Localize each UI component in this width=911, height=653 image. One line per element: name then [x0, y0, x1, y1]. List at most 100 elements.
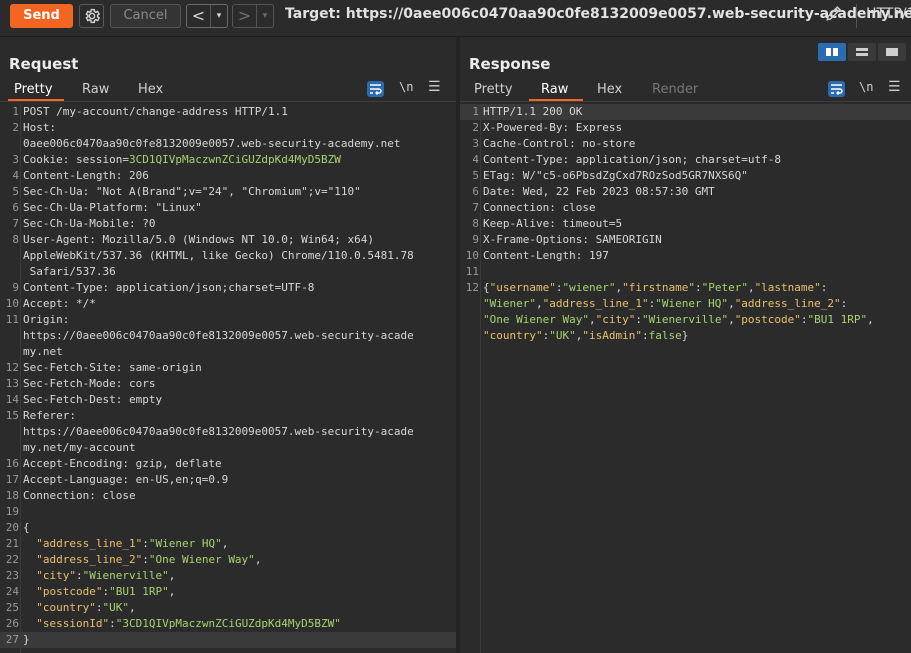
request-line[interactable]: 13 Sec-Fetch-Mode: cors	[0, 376, 456, 392]
request-line[interactable]: 11 Origin:	[0, 312, 456, 328]
line-content: Content-Length: 206	[23, 168, 149, 184]
back-history-dropdown-icon[interactable]: ▾	[211, 5, 227, 27]
request-line[interactable]: 14 Sec-Fetch-Dest: empty	[0, 392, 456, 408]
request-line[interactable]: 23 "city":"Wienerville",	[0, 568, 456, 584]
response-line[interactable]: 6 Date: Wed, 22 Feb 2023 08:57:30 GMT	[460, 184, 911, 200]
token: https://0aee006c0470aa90c0fe8132009e0057…	[23, 329, 414, 342]
response-line[interactable]: 9 X-Frame-Options: SAMEORIGIN	[460, 232, 911, 248]
response-editor[interactable]: 1 HTTP/1.1 200 OK 2 X-Powered-By: Express 3 C…	[460, 104, 911, 344]
request-tab-pretty[interactable]: Pretty	[14, 82, 53, 97]
line-number: 5	[472, 169, 479, 182]
request-line[interactable]: 18 Connection: close	[0, 488, 456, 504]
token: "isAdmin"	[582, 329, 642, 342]
response-tab-hex[interactable]: Hex	[597, 82, 622, 97]
request-line[interactable]: 5 Sec-Ch-Ua: "Not A(Brand";v="24", "Chrom…	[0, 184, 456, 200]
forward-history-dropdown-icon[interactable]: ▾	[257, 5, 273, 27]
response-tab-pretty[interactable]: Pretty	[474, 82, 513, 97]
response-tab-raw[interactable]: Raw	[541, 82, 568, 97]
token: "country"	[36, 601, 96, 614]
line-content: "city":"Wienerville",	[23, 568, 175, 584]
request-editor[interactable]: 1 POST /my-account/change-address HTTP/1.…	[0, 104, 456, 648]
token: Content-Type: application/json; charset=…	[483, 153, 782, 166]
request-line[interactable]: 16 Accept-Encoding: gzip, deflate	[0, 456, 456, 472]
line-number: 9	[472, 233, 479, 246]
request-line[interactable]: 24 "postcode":"BU1 1RP",	[0, 584, 456, 600]
line-content: https://0aee006c0470aa90c0fe8132009e0057…	[23, 328, 414, 344]
send-button[interactable]: Send	[10, 4, 73, 28]
response-line[interactable]: 2 X-Powered-By: Express	[460, 120, 911, 136]
response-line[interactable]: 10 Content-Length: 197	[460, 248, 911, 264]
request-line[interactable]: Safari/537.36	[0, 264, 456, 280]
request-line[interactable]: 2 Host:	[0, 120, 456, 136]
tabs-layout-icon[interactable]	[878, 43, 906, 61]
line-number: 15	[5, 409, 19, 422]
response-line[interactable]: "Wiener","address_line_1":"Wiener HQ","a…	[460, 296, 911, 312]
token: ,	[535, 297, 543, 310]
response-line[interactable]: "country":"UK","isAdmin":false}	[460, 328, 911, 344]
token: Sec-Ch-Ua-Platform: "Linux"	[23, 201, 202, 214]
request-tab-hex[interactable]: Hex	[138, 82, 163, 97]
request-line[interactable]: 9 Content-Type: application/json;charset=…	[0, 280, 456, 296]
line-number: 3	[12, 153, 19, 166]
request-line[interactable]: https://0aee006c0470aa90c0fe8132009e0057…	[0, 328, 456, 344]
token: ,	[128, 601, 136, 614]
request-line[interactable]: my.net/my-account	[0, 440, 456, 456]
token: "UK"	[102, 601, 129, 614]
newline-toggle-icon[interactable]: \n	[859, 80, 873, 94]
forward-nav: > ▾	[232, 4, 274, 28]
pencil-icon[interactable]	[824, 3, 846, 27]
request-line[interactable]: my.net	[0, 344, 456, 360]
response-line[interactable]: "One Wiener Way","city":"Wienerville","p…	[460, 312, 911, 328]
response-line[interactable]: 11	[460, 264, 911, 280]
side-by-side-layout-icon[interactable]	[818, 43, 846, 61]
request-line[interactable]: 19	[0, 504, 456, 520]
token: "One Wiener Way"	[483, 313, 589, 326]
request-line[interactable]: 27}	[0, 632, 456, 648]
request-line[interactable]: 12 Sec-Fetch-Site: same-origin	[0, 360, 456, 376]
response-line[interactable]: 1 HTTP/1.1 200 OK	[460, 104, 911, 120]
gear-icon[interactable]	[79, 4, 104, 28]
request-line[interactable]: 21 "address_line_1":"Wiener HQ",	[0, 536, 456, 552]
request-tab-raw[interactable]: Raw	[82, 82, 109, 97]
token: ,	[867, 313, 874, 326]
http-version[interactable]: HTTP/1	[866, 6, 911, 22]
wrap-lines-icon[interactable]	[828, 81, 845, 97]
request-line[interactable]: 20 {	[0, 520, 456, 536]
token: Cache-Control: no-store	[483, 137, 636, 150]
request-line[interactable]: 6 Sec-Ch-Ua-Platform: "Linux"	[0, 200, 456, 216]
request-line[interactable]: 25 "country":"UK",	[0, 600, 456, 616]
request-line[interactable]: 22 "address_line_2":"One Wiener Way",	[0, 552, 456, 568]
request-line[interactable]: 0aee006c0470aa90c0fe8132009e0057.web-sec…	[0, 136, 456, 152]
response-line[interactable]: 3 Cache-Control: no-store	[460, 136, 911, 152]
request-line[interactable]: 3 Cookie: session=3CD1QIVpMaczwnZCiGUZdpK…	[0, 152, 456, 168]
menu-icon[interactable]: ☰	[888, 79, 901, 95]
request-line[interactable]: 4 Content-Length: 206	[0, 168, 456, 184]
request-line[interactable]: 8 User-Agent: Mozilla/5.0 (Windows NT 10.…	[0, 232, 456, 248]
request-line[interactable]: 7 Sec-Ch-Ua-Mobile: ?0	[0, 216, 456, 232]
line-content: User-Agent: Mozilla/5.0 (Windows NT 10.0…	[23, 232, 374, 248]
request-line[interactable]: 10 Accept: */*	[0, 296, 456, 312]
response-line[interactable]: 5 ETag: W/"c5-o6PbsdZgCxd7ROzSod5GR7NXS6Q…	[460, 168, 911, 184]
top-bottom-layout-icon[interactable]	[848, 43, 876, 61]
response-tab-render[interactable]: Render	[652, 82, 698, 97]
cancel-button[interactable]: Cancel	[110, 4, 181, 28]
menu-icon[interactable]: ☰	[428, 79, 441, 95]
token: Accept-Encoding: gzip, deflate	[23, 457, 222, 470]
line-content: Sec-Fetch-Mode: cors	[23, 376, 155, 392]
back-arrow-icon[interactable]: <	[187, 5, 211, 27]
newline-toggle-icon[interactable]: \n	[399, 80, 413, 94]
response-line[interactable]: 12 {"username":"wiener","firstname":"Pete…	[460, 280, 911, 296]
line-content: Host:	[23, 120, 56, 136]
response-line[interactable]: 8 Keep-Alive: timeout=5	[460, 216, 911, 232]
token: :	[694, 281, 702, 294]
request-line[interactable]: 26 "sessionId":"3CD1QIVpMaczwnZCiGUZdpKd…	[0, 616, 456, 632]
response-line[interactable]: 7 Connection: close	[460, 200, 911, 216]
request-line[interactable]: 1 POST /my-account/change-address HTTP/1.…	[0, 104, 456, 120]
request-line[interactable]: https://0aee006c0470aa90c0fe8132009e0057…	[0, 424, 456, 440]
wrap-lines-icon[interactable]	[367, 81, 384, 97]
forward-arrow-icon[interactable]: >	[233, 5, 257, 27]
request-line[interactable]: 15 Referer:	[0, 408, 456, 424]
response-line[interactable]: 4 Content-Type: application/json; charset…	[460, 152, 911, 168]
request-line[interactable]: AppleWebKit/537.36 (KHTML, like Gecko) C…	[0, 248, 456, 264]
request-line[interactable]: 17 Accept-Language: en-US,en;q=0.9	[0, 472, 456, 488]
